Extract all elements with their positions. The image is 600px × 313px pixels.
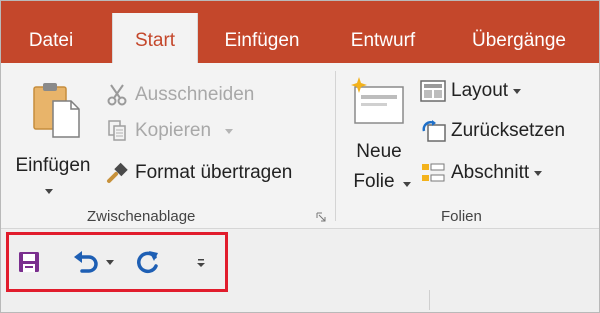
- qat-divider: [429, 290, 430, 310]
- chevron-down-icon: [534, 170, 543, 176]
- customize-qat-icon: [196, 256, 206, 268]
- layout-icon: [419, 77, 447, 105]
- tab-file[interactable]: Datei: [1, 1, 101, 63]
- tab-design[interactable]: Entwurf: [331, 1, 435, 63]
- undo-icon: [72, 249, 100, 275]
- save-button[interactable]: [13, 246, 45, 278]
- ribbon-panel: Einfügen Ausschneiden Kopieren Format üb…: [1, 63, 599, 229]
- reset-button[interactable]: Zurücksetzen: [419, 117, 565, 145]
- copy-label: Kopieren: [135, 120, 212, 141]
- new-slide-icon: [349, 75, 407, 127]
- section-icon: [419, 159, 447, 187]
- dialog-launcher-icon[interactable]: [316, 209, 326, 222]
- paintbrush-icon: [103, 159, 131, 187]
- paste-button[interactable]: Einfügen: [7, 77, 99, 194]
- chevron-down-icon: [403, 182, 411, 187]
- tab-transitions[interactable]: Übergänge: [454, 1, 584, 63]
- copy-icon: [103, 117, 131, 145]
- chevron-down-icon: [513, 88, 522, 94]
- copy-button[interactable]: Kopieren: [103, 117, 234, 145]
- tab-home[interactable]: Start: [112, 13, 198, 65]
- chevron-down-icon: [45, 189, 53, 194]
- section-label: Abschnitt: [451, 162, 530, 183]
- paste-icon: [31, 81, 81, 139]
- cut-button[interactable]: Ausschneiden: [103, 81, 254, 109]
- chevron-down-icon[interactable]: [225, 128, 234, 134]
- customize-qat-button[interactable]: [189, 246, 213, 278]
- group-label-clipboard: Zwischenablage: [87, 208, 196, 225]
- group-separator: [335, 71, 336, 221]
- new-slide-label-line1: Neue: [356, 141, 402, 162]
- undo-button[interactable]: [65, 246, 121, 278]
- ribbon-tab-bar: Datei Start Einfügen Entwurf Übergänge: [1, 1, 599, 65]
- format-painter-button[interactable]: Format übertragen: [103, 159, 292, 187]
- chevron-down-icon[interactable]: [106, 259, 114, 265]
- format-painter-label: Format übertragen: [135, 162, 293, 183]
- reset-slide-icon: [419, 117, 447, 145]
- save-icon: [17, 250, 41, 274]
- tab-insert[interactable]: Einfügen: [206, 1, 318, 63]
- new-slide-button[interactable]: Neue Folie: [343, 71, 415, 199]
- cut-label: Ausschneiden: [135, 84, 255, 105]
- group-label-slides: Folien: [441, 208, 482, 225]
- section-button[interactable]: Abschnitt: [419, 159, 543, 187]
- paste-label: Einfügen: [15, 155, 91, 176]
- scissors-icon: [103, 81, 131, 109]
- reset-label: Zurücksetzen: [451, 120, 566, 141]
- layout-label: Layout: [451, 80, 509, 101]
- repeat-icon: [135, 249, 161, 275]
- new-slide-label-line2: Folie: [353, 171, 395, 192]
- quick-access-toolbar: [1, 230, 599, 312]
- layout-button[interactable]: Layout: [419, 77, 522, 105]
- repeat-button[interactable]: [131, 246, 165, 278]
